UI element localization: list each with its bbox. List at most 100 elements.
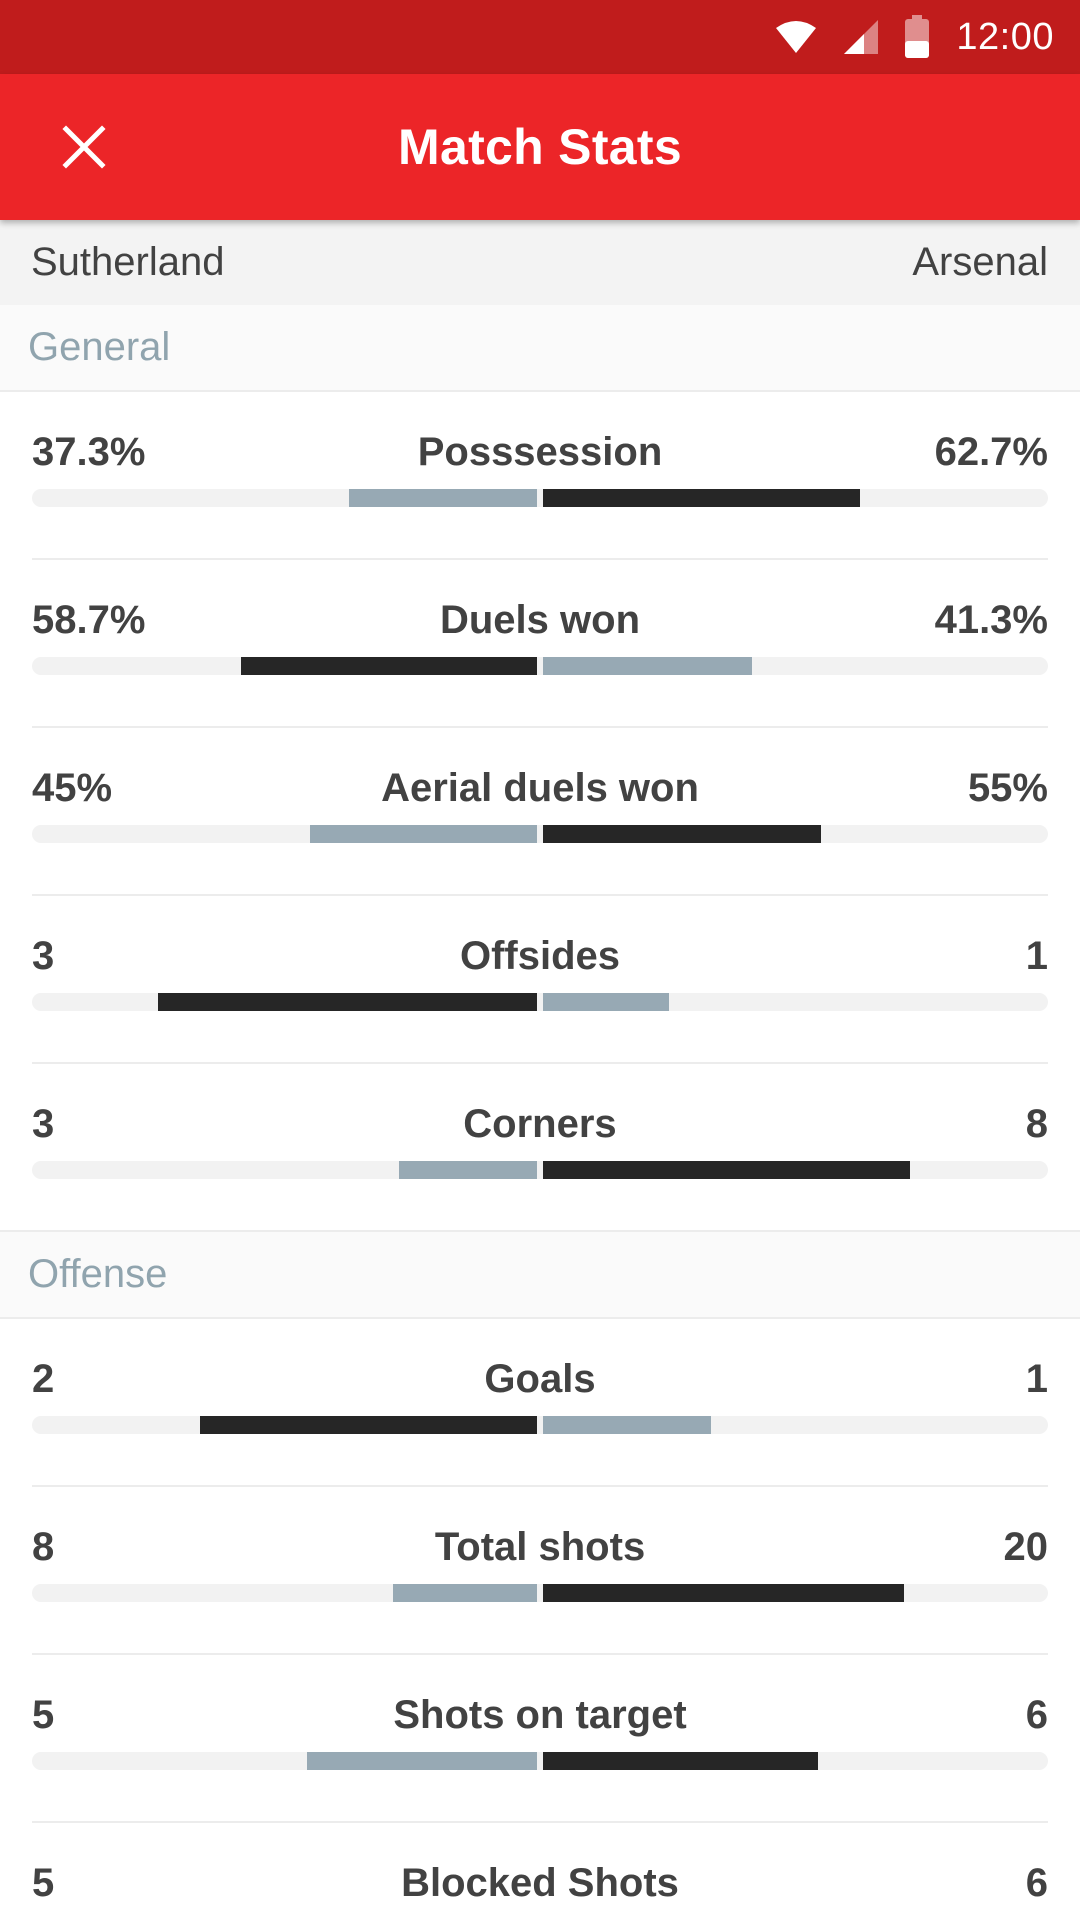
battery-icon <box>904 15 930 59</box>
status-bar: 12:00 <box>0 0 1080 74</box>
section-header-general: General <box>0 305 1080 392</box>
home-stat-value: 45% <box>32 766 113 810</box>
stat-label-line: 3 Corners 8 <box>32 1102 1048 1147</box>
stat-name: Offsides <box>459 934 621 978</box>
home-stat-value: 3 <box>32 1102 55 1146</box>
close-button[interactable] <box>44 107 124 187</box>
teams-header: Sutherland Arsenal <box>0 220 1080 305</box>
away-stat-value: 41.3% <box>934 598 1048 642</box>
away-bar-area <box>543 657 1048 675</box>
home-bar-fill <box>158 993 537 1011</box>
stat-row: 3 Corners 8 <box>0 1064 1080 1232</box>
cell-signal-icon <box>842 18 880 56</box>
app-bar: Match Stats <box>0 74 1080 220</box>
stat-row: 37.3% Posssession 62.7% <box>32 392 1048 560</box>
away-stat-value: 55% <box>967 766 1048 810</box>
stats-list: General 37.3% Posssession 62.7% 58.7% Duels w… <box>0 305 1080 1920</box>
home-bar-fill <box>309 825 537 843</box>
home-bar-fill <box>399 1161 537 1179</box>
home-bar-area <box>32 1584 537 1602</box>
home-bar-fill <box>307 1752 537 1770</box>
stat-row: 45% Aerial duels won 55% <box>32 728 1048 896</box>
away-bar-fill <box>543 993 670 1011</box>
away-bar-area <box>543 1584 1048 1602</box>
wifi-icon <box>774 19 818 55</box>
home-stat-value: 8 <box>32 1525 55 1569</box>
stat-name: Shots on target <box>393 1693 687 1737</box>
comparison-bar-track <box>32 825 1048 843</box>
away-stat-value: 8 <box>1025 1102 1048 1146</box>
away-bar-area <box>543 825 1048 843</box>
away-stat-value: 1 <box>1025 1357 1048 1401</box>
stat-row: 8 Total shots 20 <box>32 1487 1048 1655</box>
stat-name: Aerial duels won <box>381 766 699 810</box>
home-bar-area <box>32 1752 537 1770</box>
home-bar-area <box>32 1161 537 1179</box>
home-bar-area <box>32 1416 537 1434</box>
away-stat-value: 20 <box>1003 1525 1049 1569</box>
comparison-bar-track <box>32 657 1048 675</box>
comparison-bar-track <box>32 1416 1048 1434</box>
home-stat-value: 5 <box>32 1693 55 1737</box>
away-bar-fill <box>543 657 752 675</box>
stat-label-line: 5 Shots on target 6 <box>32 1693 1048 1738</box>
stat-row: 5 Blocked Shots 6 <box>0 1823 1080 1920</box>
away-stat-value: 1 <box>1025 934 1048 978</box>
comparison-bar-track <box>32 1584 1048 1602</box>
away-bar-fill <box>543 1752 819 1770</box>
stat-name: Blocked Shots <box>401 1861 679 1905</box>
home-stat-value: 58.7% <box>32 598 146 642</box>
home-bar-fill <box>348 489 537 507</box>
home-bar-area <box>32 993 537 1011</box>
stat-label-line: 45% Aerial duels won 55% <box>32 766 1048 811</box>
comparison-bar-track <box>32 1161 1048 1179</box>
away-bar-area <box>543 489 1048 507</box>
stat-label-line: 2 Goals 1 <box>32 1357 1048 1402</box>
away-bar-area <box>543 1161 1048 1179</box>
stat-label-line: 37.3% Posssession 62.7% <box>32 430 1048 475</box>
away-bar-fill <box>543 1416 712 1434</box>
stat-name: Posssession <box>417 430 663 474</box>
section-header-offense: Offense <box>0 1232 1080 1319</box>
stat-row: 5 Shots on target 6 <box>32 1655 1048 1823</box>
stat-row: 3 Offsides 1 <box>32 896 1048 1064</box>
home-bar-fill <box>392 1584 537 1602</box>
page-title: Match Stats <box>398 119 682 175</box>
comparison-bar-track <box>32 993 1048 1011</box>
home-bar-fill <box>240 657 537 675</box>
home-bar-area <box>32 825 537 843</box>
away-stat-value: 62.7% <box>934 430 1048 474</box>
stat-label-line: 5 Blocked Shots 6 <box>32 1861 1048 1906</box>
stat-name: Goals <box>484 1357 596 1401</box>
stat-name: Total shots <box>434 1525 646 1569</box>
close-icon <box>62 125 106 169</box>
comparison-bar-track <box>32 489 1048 507</box>
away-bar-area <box>543 1416 1048 1434</box>
stat-row: 2 Goals 1 <box>32 1319 1048 1487</box>
away-team-name: Arsenal <box>912 240 1048 284</box>
home-bar-fill <box>200 1416 537 1434</box>
away-stat-value: 6 <box>1025 1693 1048 1737</box>
stat-label-line: 3 Offsides 1 <box>32 934 1048 979</box>
away-bar-fill <box>543 489 860 507</box>
home-stat-value: 2 <box>32 1357 55 1401</box>
stat-name: Duels won <box>439 598 641 642</box>
away-bar-fill <box>543 825 821 843</box>
home-bar-area <box>32 657 537 675</box>
home-team-name: Sutherland <box>31 240 225 284</box>
home-stat-value: 37.3% <box>32 430 146 474</box>
away-bar-area <box>543 1752 1048 1770</box>
home-bar-area <box>32 489 537 507</box>
stat-label-line: 58.7% Duels won 41.3% <box>32 598 1048 643</box>
comparison-bar-track <box>32 1752 1048 1770</box>
away-bar-fill <box>543 1161 911 1179</box>
status-time: 12:00 <box>956 15 1054 58</box>
stat-label-line: 8 Total shots 20 <box>32 1525 1048 1570</box>
home-stat-value: 3 <box>32 934 55 978</box>
home-stat-value: 5 <box>32 1861 55 1905</box>
away-stat-value: 6 <box>1025 1861 1048 1905</box>
stat-name: Corners <box>463 1102 617 1146</box>
away-bar-fill <box>543 1584 904 1602</box>
stat-row: 58.7% Duels won 41.3% <box>32 560 1048 728</box>
away-bar-area <box>543 993 1048 1011</box>
